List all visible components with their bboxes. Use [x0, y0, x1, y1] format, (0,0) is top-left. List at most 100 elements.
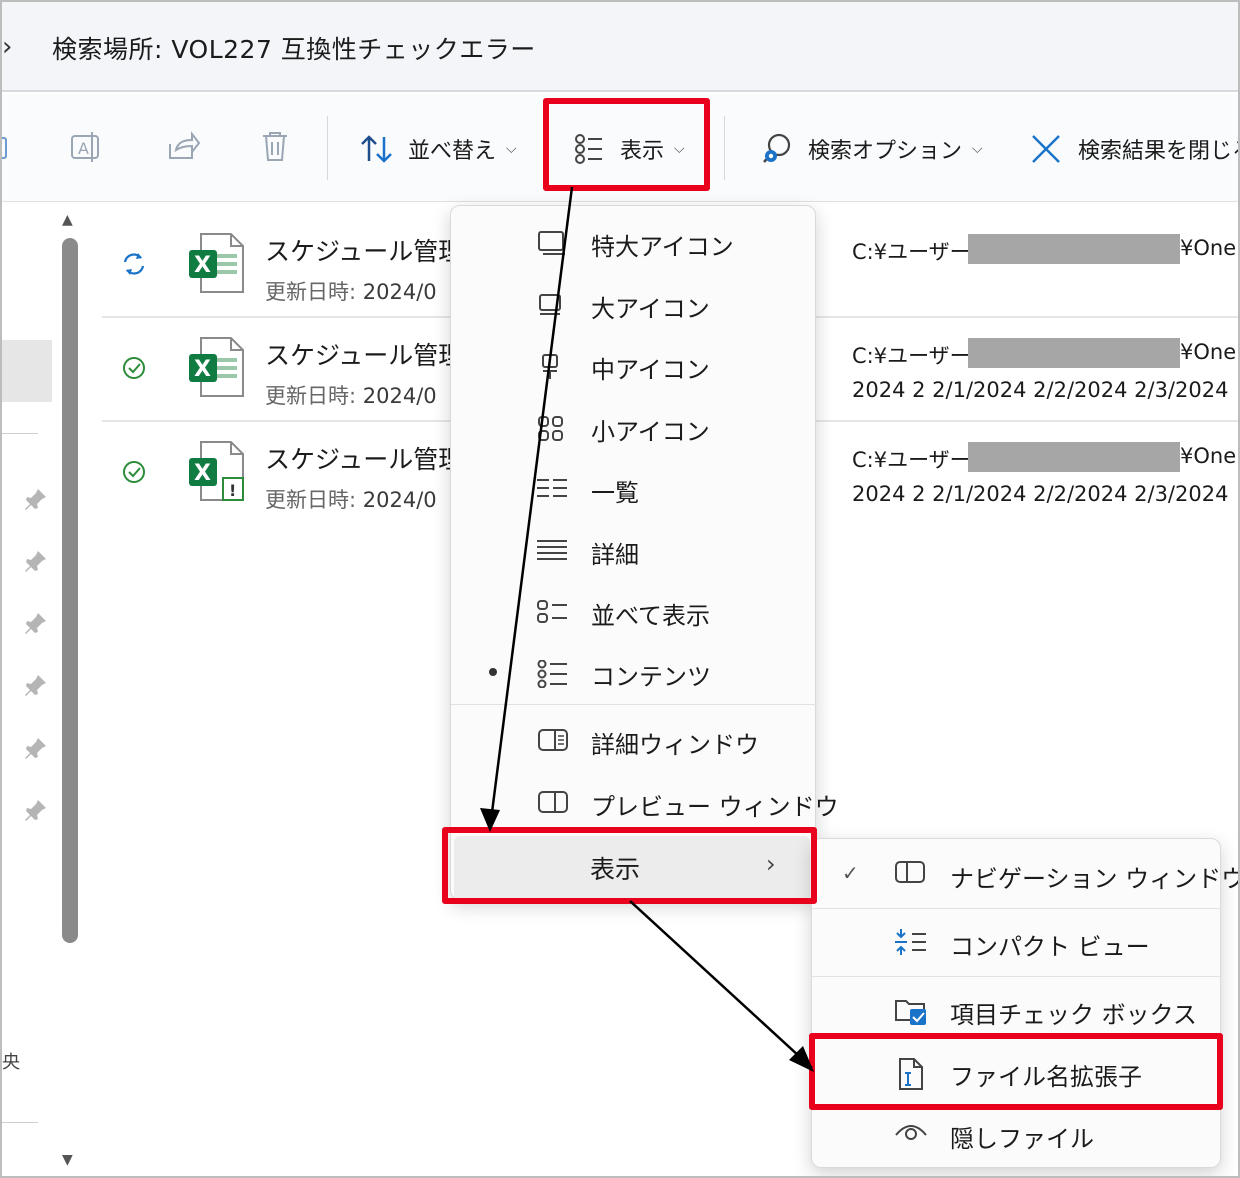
- details-icon: [537, 540, 567, 560]
- excel-file-icon: X: [189, 233, 244, 293]
- menu-item-label: 特大アイコン: [591, 233, 734, 261]
- file-modified: 更新日時: 2024/0: [265, 276, 437, 306]
- menu-item-label: 詳細: [591, 541, 639, 569]
- tiles-icon: [537, 600, 567, 623]
- menu-item-details-pane[interactable]: 詳細ウィンドウ: [451, 712, 817, 768]
- close-search-button[interactable]: 検索結果を閉じる: [1030, 124, 1240, 174]
- file-path-prefix: C:¥ユーザー¥: [852, 240, 985, 264]
- file-name: スケジュール管理: [265, 341, 464, 370]
- nav-partial-label: 央: [2, 1052, 20, 1073]
- list-icon: [537, 479, 567, 497]
- excel-file-warning-icon: X !: [189, 441, 244, 501]
- close-search-label: 検索結果を閉じる: [1078, 139, 1240, 164]
- highlight-show-item: [442, 827, 817, 904]
- toolbar-separator: [724, 116, 725, 180]
- sort-button[interactable]: 並べ替え ⌵: [360, 124, 517, 174]
- small-icons-icon: [538, 416, 563, 441]
- address-chevron-icon[interactable]: ›: [2, 32, 12, 62]
- arrow-to-file-extensions: [629, 900, 813, 1069]
- delete-icon[interactable]: [260, 130, 290, 164]
- sync-pending-icon: [123, 253, 145, 275]
- chevron-down-icon: ⌵: [972, 141, 983, 157]
- menu-item-tiles[interactable]: 並べて表示: [451, 583, 817, 639]
- menu-item-label: プレビュー ウィンドウ: [591, 793, 839, 821]
- file-path-suffix: ¥One: [1180, 236, 1237, 260]
- close-icon: [1032, 135, 1060, 163]
- pin-icon[interactable]: [24, 673, 48, 697]
- submenu-item-compact-view[interactable]: コンパクト ビュー: [812, 911, 1222, 973]
- menu-separator: [451, 704, 817, 705]
- file-name: スケジュール管理: [265, 445, 464, 474]
- submenu-item-hidden-files[interactable]: 隠しファイル: [812, 1103, 1222, 1165]
- menu-item-label: 並べて表示: [591, 602, 711, 630]
- menu-item-large-icons[interactable]: 大アイコン: [451, 276, 817, 332]
- preview-pane-icon: [538, 791, 568, 813]
- share-icon[interactable]: [166, 130, 200, 164]
- svg-text:X: X: [194, 253, 211, 278]
- modified-label: 更新日時:: [265, 488, 357, 512]
- menu-separator: [812, 976, 1222, 977]
- details-pane-icon: [538, 729, 568, 751]
- sort-icon: [361, 135, 392, 163]
- submenu-item-label: ナビゲーション ウィンドウ: [950, 865, 1240, 893]
- eye-icon: [895, 1125, 927, 1140]
- partial-icon: [2, 137, 7, 159]
- address-text[interactable]: 検索場所: VOL227 互換性チェックエラー: [52, 30, 536, 66]
- modified-value: 2024/0: [362, 280, 437, 304]
- pin-icon[interactable]: [24, 611, 48, 635]
- nav-selected-item[interactable]: [2, 340, 52, 402]
- menu-item-medium-icons[interactable]: 中アイコン: [451, 337, 817, 393]
- file-path-prefix: C:¥ユーザー¥: [852, 344, 985, 368]
- nav-divider: [2, 433, 38, 434]
- menu-item-content[interactable]: コンテンツ: [451, 644, 817, 700]
- content-icon: [537, 660, 567, 688]
- scroll-up-icon[interactable]: ▲: [62, 212, 73, 228]
- menu-item-label: 小アイコン: [591, 418, 710, 446]
- file-tags: 2024 2 2/1/2024 2/2/2024 2/3/2024: [852, 378, 1229, 402]
- modified-label: 更新日時:: [265, 280, 357, 304]
- highlight-file-extensions: [809, 1033, 1223, 1110]
- view-menu: 特大アイコン 大アイコン 中アイコン 小アイコン 一覧 詳細 並べて表示 コンテ…: [450, 205, 839, 900]
- pin-icon[interactable]: [24, 736, 48, 760]
- available-check-icon: [123, 357, 145, 379]
- pin-icon[interactable]: [24, 549, 48, 573]
- navigation-pane: [2, 202, 92, 1176]
- scroll-down-icon[interactable]: ▼: [62, 1152, 73, 1168]
- submenu-item-item-checkboxes[interactable]: 項目チェック ボックス: [812, 979, 1222, 1041]
- menu-item-label: コンテンツ: [591, 663, 711, 691]
- svg-text:X: X: [194, 461, 211, 486]
- compact-view-icon: [895, 929, 926, 955]
- svg-text:A: A: [78, 139, 89, 158]
- search-options-label: 検索オプション: [808, 139, 963, 164]
- address-bar[interactable]: › 検索場所: VOL227 互換性チェックエラー: [2, 2, 1238, 92]
- scrollbar-thumb[interactable]: [62, 238, 78, 943]
- menu-item-preview-pane[interactable]: プレビュー ウィンドウ: [451, 774, 839, 830]
- rename-icon[interactable]: A: [70, 130, 106, 164]
- menu-item-details[interactable]: 詳細: [451, 522, 817, 578]
- menu-item-list[interactable]: 一覧: [451, 460, 817, 516]
- menu-item-extra-large-icons[interactable]: 特大アイコン: [451, 214, 817, 270]
- check-icon: ✓: [842, 861, 859, 885]
- file-name: スケジュール管理: [265, 237, 464, 266]
- submenu-item-label: コンパクト ビュー: [950, 933, 1150, 961]
- menu-item-small-icons[interactable]: 小アイコン: [451, 399, 817, 455]
- modified-value: 2024/0: [362, 488, 437, 512]
- toolbar-separator: [327, 116, 328, 180]
- modified-label: 更新日時:: [265, 384, 357, 408]
- file-modified: 更新日時: 2024/0: [265, 484, 437, 514]
- svg-text:X: X: [194, 357, 211, 382]
- selected-dot-icon: [489, 668, 497, 676]
- chevron-down-icon: ⌵: [506, 141, 517, 157]
- search-options-button[interactable]: 検索オプション ⌵: [760, 124, 983, 174]
- file-explorer-window: › 検索場所: VOL227 互換性チェックエラー A 並べ替え ⌵ 表示 ⌵ …: [0, 0, 1240, 1178]
- nav-divider: [2, 1122, 38, 1123]
- pin-icon[interactable]: [24, 487, 48, 511]
- sort-label: 並べ替え: [408, 139, 497, 164]
- item-checkbox-icon: [895, 1000, 926, 1025]
- extra-large-icons-icon: [538, 231, 565, 255]
- pin-icon[interactable]: [24, 798, 48, 822]
- highlight-view-button: [543, 98, 710, 191]
- submenu-item-navigation-pane[interactable]: ✓ ナビゲーション ウィンドウ: [812, 843, 1238, 905]
- submenu-item-label: 項目チェック ボックス: [950, 1001, 1197, 1029]
- redacted-block: [968, 442, 1180, 472]
